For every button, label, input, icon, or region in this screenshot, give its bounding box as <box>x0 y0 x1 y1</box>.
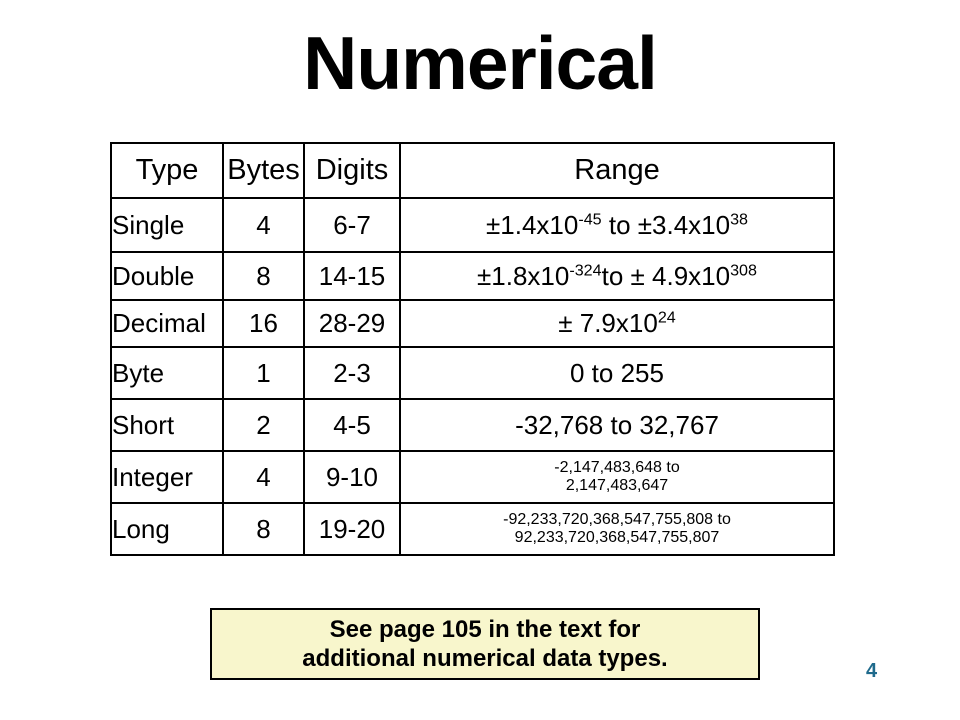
table-row: Byte 1 2-3 0 to 255 <box>110 346 835 400</box>
cell-range: ± 7.9x1024 <box>399 299 835 348</box>
cell-range-line-1: -92,233,720,368,547,755,808 to <box>503 510 731 528</box>
column-header-digits: Digits <box>303 142 401 199</box>
cell-bytes: 4 <box>222 450 305 504</box>
table-row: Decimal 16 28-29 ± 7.9x1024 <box>110 299 835 348</box>
cell-type: Long <box>110 502 224 556</box>
numerical-data-types-table: Type Bytes Digits Range Single 4 6-7 ±1.… <box>110 142 835 556</box>
table-row: Double 8 14-15 ±1.8x10-324to ± 4.9x10308 <box>110 251 835 301</box>
table-row: Integer 4 9-10 -2,147,483,648 to 2,147,4… <box>110 450 835 504</box>
column-header-range: Range <box>399 142 835 199</box>
note-line-1: See page 105 in the text for <box>329 615 641 643</box>
table-row: Long 8 19-20 -92,233,720,368,547,755,808… <box>110 502 835 556</box>
column-header-bytes: Bytes <box>222 142 305 199</box>
cell-range: 0 to 255 <box>399 346 835 400</box>
cell-range-line-2: 92,233,720,368,547,755,807 <box>514 529 720 546</box>
slide-number: 4 <box>866 660 878 682</box>
table-row: Short 2 4-5 -32,768 to 32,767 <box>110 398 835 452</box>
cell-digits: 9-10 <box>303 450 401 504</box>
note-line-2: additional numerical data types. <box>302 645 668 672</box>
cell-digits: 14-15 <box>303 251 401 301</box>
cell-type: Integer <box>110 450 224 504</box>
cell-type: Double <box>110 251 224 301</box>
column-header-type: Type <box>110 142 224 199</box>
cell-range: -92,233,720,368,547,755,808 to 92,233,72… <box>399 502 835 556</box>
cell-range: -2,147,483,648 to 2,147,483,647 <box>399 450 835 504</box>
cell-digits: 2-3 <box>303 346 401 400</box>
cell-digits: 6-7 <box>303 197 401 253</box>
cell-range: -32,768 to 32,767 <box>399 398 835 452</box>
cell-type: Single <box>110 197 224 253</box>
cell-range-line-2: 2,147,483,647 <box>565 477 669 494</box>
note-callout-box: See page 105 in the text for additional … <box>210 608 760 680</box>
cell-type: Byte <box>110 346 224 400</box>
cell-range: ±1.4x10-45 to ±3.4x1038 <box>399 197 835 253</box>
cell-bytes: 1 <box>222 346 305 400</box>
cell-digits: 19-20 <box>303 502 401 556</box>
cell-type: Short <box>110 398 224 452</box>
cell-bytes: 16 <box>222 299 305 348</box>
cell-digits: 4-5 <box>303 398 401 452</box>
cell-bytes: 4 <box>222 197 305 253</box>
cell-digits: 28-29 <box>303 299 401 348</box>
page-title: Numerical <box>303 21 658 105</box>
cell-bytes: 8 <box>222 251 305 301</box>
cell-range: ±1.8x10-324to ± 4.9x10308 <box>399 251 835 301</box>
table-header-row: Type Bytes Digits Range <box>110 142 835 199</box>
cell-range-line-1: -2,147,483,648 to <box>554 458 680 476</box>
cell-bytes: 8 <box>222 502 305 556</box>
cell-type: Decimal <box>110 299 224 348</box>
cell-bytes: 2 <box>222 398 305 452</box>
table-row: Single 4 6-7 ±1.4x10-45 to ±3.4x1038 <box>110 197 835 253</box>
